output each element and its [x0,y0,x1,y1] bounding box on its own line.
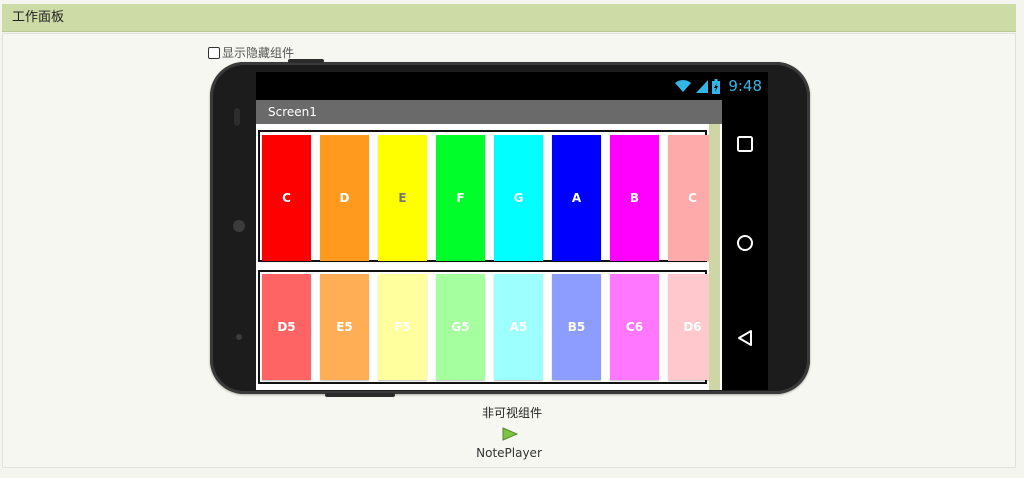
bottom-key-3[interactable]: G5 [436,274,485,380]
key-label: G5 [451,320,470,334]
nonvisible-components-title: 非可视组件 [481,406,542,420]
top-key-2[interactable]: E [378,135,427,261]
phone-button-bottom [325,393,395,397]
phone-speaker [234,108,240,126]
screen-title-bar: Screen1 [256,100,722,124]
top-key-0[interactable]: C [262,135,311,261]
signal-icon [696,80,709,93]
screen-scrollbar[interactable] [709,124,720,390]
screen-content: C D E F G A B C D5 E5 F5 G5 A5 B5 C6 D6 [256,124,722,390]
key-label: A5 [509,320,528,334]
status-time: 9:48 [728,77,762,95]
top-key-1[interactable]: D [320,135,369,261]
panel-header: 工作面板 [2,4,1016,32]
show-hidden-checkbox[interactable] [208,46,220,59]
key-label: C6 [625,320,644,334]
back-icon[interactable] [736,329,754,347]
key-label: D [339,191,350,205]
key-label: E5 [336,320,353,334]
screen-title: Screen1 [268,105,317,119]
key-label: G [513,191,524,205]
wifi-icon [675,79,692,92]
key-label: B5 [567,320,586,334]
key-label: A [571,191,582,205]
battery-icon [712,78,721,94]
key-row-top: CDEFGABC [258,130,717,262]
key-label: F5 [394,320,411,334]
key-label: D5 [277,320,296,334]
phone-sensor [236,334,242,340]
key-label: F [456,191,465,205]
nav-bar [722,100,768,390]
play-icon[interactable] [502,427,518,441]
recent-apps-icon[interactable] [736,135,754,153]
bottom-key-6[interactable]: C6 [610,274,659,380]
key-label: D6 [683,320,702,334]
top-key-3[interactable]: F [436,135,485,261]
phone-frame: 9:48 Screen1 C D E F G A B C D5 E5 F5 G5 A5 B5 C6 D6 [210,59,810,397]
top-key-6[interactable]: B [610,135,659,261]
key-label: C [282,191,291,205]
key-label: E [398,191,407,205]
bottom-key-5[interactable]: B5 [552,274,601,380]
phone-button-top [288,59,324,63]
bottom-key-1[interactable]: E5 [320,274,369,380]
status-bar: 9:48 [256,72,768,100]
home-icon[interactable] [736,234,754,252]
show-hidden-label: 显示隐藏组件 [222,46,295,60]
top-key-4[interactable]: G [494,135,543,261]
bottom-key-2[interactable]: F5 [378,274,427,380]
bottom-key-0[interactable]: D5 [262,274,311,380]
key-label: C [688,191,697,205]
key-row-bottom: D5 E5 F5 G5 A5 B5 C6 D6 [258,270,717,384]
top-key-5[interactable]: A [552,135,601,261]
key-label: B [629,191,640,205]
phone-camera [233,220,245,232]
bottom-key-4[interactable]: A5 [494,274,543,380]
noteplayer-component[interactable]: NotePlayer [0,446,1018,460]
show-hidden-components-toggle[interactable]: 显示隐藏组件 [208,44,294,61]
phone-screen: 9:48 Screen1 C D E F G A B C D5 E5 F5 G5 A5 B5 C6 D6 [256,72,768,390]
panel-title: 工作面板 [12,10,65,25]
